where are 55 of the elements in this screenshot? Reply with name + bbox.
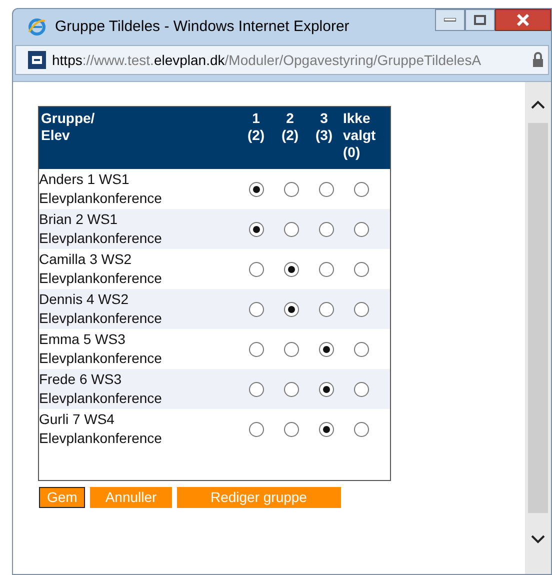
- radio-button[interactable]: [354, 382, 369, 396]
- radio-button[interactable]: [319, 222, 334, 236]
- column-header: 1 (2): [247, 110, 265, 144]
- minimize-button[interactable]: [435, 9, 465, 31]
- radio-button[interactable]: [284, 182, 299, 196]
- radio-button[interactable]: [249, 422, 264, 436]
- student-name: Anders 1 WS1 Elevplankonference: [39, 170, 163, 208]
- student-name: Gurli 7 WS4 Elevplankonference: [39, 410, 163, 448]
- column-header: 2 (2): [281, 110, 299, 144]
- browser-logo-icon: [27, 17, 47, 37]
- radio-button[interactable]: [284, 302, 299, 316]
- radio-button[interactable]: [284, 382, 299, 396]
- student-name: Camilla 3 WS2 Elevplankonference: [39, 250, 163, 288]
- student-name: Emma 5 WS3 Elevplankonference: [39, 330, 163, 368]
- radio-button[interactable]: [249, 302, 264, 316]
- radio-button[interactable]: [284, 222, 299, 236]
- radio-button[interactable]: [249, 262, 264, 276]
- radio-button[interactable]: [249, 182, 264, 196]
- radio-button[interactable]: [354, 302, 369, 316]
- radio-button[interactable]: [284, 262, 299, 276]
- restore-button[interactable]: [465, 9, 495, 31]
- radio-button[interactable]: [249, 222, 264, 236]
- radio-button[interactable]: [319, 302, 334, 316]
- radio-button[interactable]: [249, 382, 264, 396]
- action-button[interactable]: Rediger gruppe: [176, 487, 341, 508]
- radio-button[interactable]: [354, 222, 369, 236]
- radio-button[interactable]: [319, 382, 334, 396]
- student-name: Brian 2 WS1 Elevplankonference: [39, 210, 163, 248]
- student-name: Frede 6 WS3 Elevplankonference: [39, 370, 163, 408]
- radio-button[interactable]: [354, 342, 369, 356]
- radio-button[interactable]: [354, 182, 369, 196]
- window-title: Gruppe Tildeles - Windows Internet Explorer: [55, 16, 350, 37]
- radio-button[interactable]: [284, 342, 299, 356]
- radio-button[interactable]: [354, 262, 369, 276]
- radio-button[interactable]: [319, 342, 334, 356]
- lock-icon: [532, 52, 544, 68]
- page-icon: [28, 51, 46, 69]
- action-button[interactable]: Annuller: [90, 487, 172, 508]
- restore-icon: [474, 15, 486, 25]
- minimize-icon: [444, 18, 456, 22]
- close-icon: [516, 14, 530, 26]
- scrollbar-thumb[interactable]: [528, 123, 548, 513]
- radio-button[interactable]: [249, 342, 264, 356]
- radio-button[interactable]: [319, 262, 334, 276]
- scrollbar[interactable]: [525, 82, 551, 574]
- column-header: 3 (3): [315, 110, 333, 144]
- radio-button[interactable]: [319, 182, 334, 196]
- close-button[interactable]: [495, 9, 551, 31]
- column-header: Gruppe/ Elev: [41, 110, 95, 144]
- action-button[interactable]: Gem: [39, 487, 86, 508]
- radio-button[interactable]: [284, 422, 299, 436]
- radio-button[interactable]: [319, 422, 334, 436]
- radio-button[interactable]: [354, 422, 369, 436]
- student-name: Dennis 4 WS2 Elevplankonference: [39, 290, 163, 328]
- column-header: Ikke valgt (0): [343, 110, 376, 161]
